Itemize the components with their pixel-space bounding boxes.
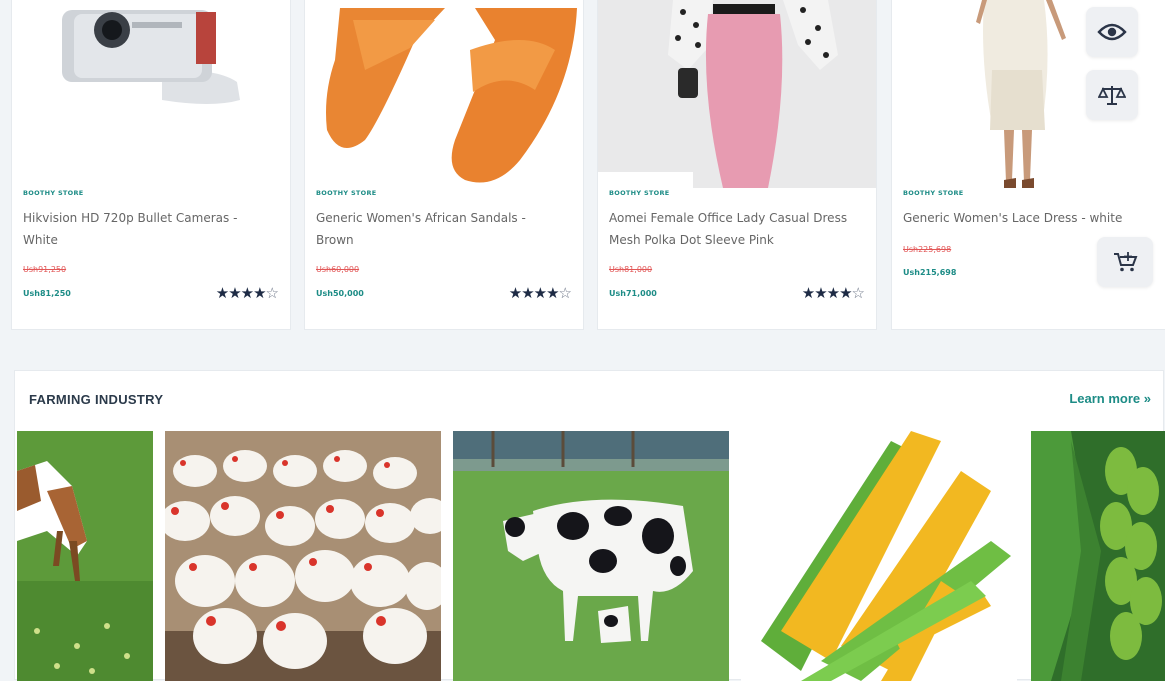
learn-more-link[interactable]: Learn more »: [1069, 391, 1151, 406]
store-label[interactable]: BOOTHY STORE: [609, 189, 670, 197]
old-price: Ush81,000: [609, 265, 653, 274]
dress-image: [598, 0, 876, 188]
eye-icon: [1097, 23, 1127, 41]
star-filled-icons: ★★★★: [801, 284, 853, 302]
star-empty-icon: ☆: [851, 284, 865, 302]
add-to-cart-button[interactable]: [1097, 237, 1153, 287]
product-card[interactable]: BOOTHY STORE Generic Women's Lace Dress …: [891, 0, 1165, 330]
product-card[interactable]: BOOTHY STORE Hikvision HD 720p Bullet Ca…: [11, 0, 291, 330]
farming-industry-section: FARMING INDUSTRY Learn more »: [14, 370, 1165, 681]
star-empty-icon: ☆: [558, 284, 572, 302]
price: Ush81,250: [23, 289, 71, 298]
price: Ush215,698: [903, 268, 957, 277]
star-filled-icons: ★★★★: [215, 284, 267, 302]
rating-stars: ★★★★☆: [801, 284, 865, 302]
cow-image[interactable]: [453, 431, 729, 681]
price: Ush50,000: [316, 289, 364, 298]
old-price: Ush91,250: [23, 265, 67, 274]
old-price: Ush225,698: [903, 245, 952, 254]
chickens-image[interactable]: [165, 431, 441, 681]
product-image[interactable]: [12, 0, 290, 188]
corn-image[interactable]: [741, 431, 1017, 681]
rating-stars: ★★★★☆: [215, 284, 279, 302]
product-name[interactable]: Hikvision HD 720p Bullet Cameras - White: [23, 207, 273, 251]
bananas-image[interactable]: [1031, 431, 1165, 681]
old-price: Ush60,000: [316, 265, 360, 274]
product-card[interactable]: BOOTHY STORE Aomei Female Office Lady Ca…: [597, 0, 877, 330]
rating-stars: ★★★★☆: [508, 284, 572, 302]
product-name[interactable]: Aomei Female Office Lady Casual Dress Me…: [609, 207, 859, 251]
sandals-image: [326, 8, 577, 183]
store-label[interactable]: BOOTHY STORE: [23, 189, 84, 197]
scale-icon: [1098, 86, 1126, 105]
product-name[interactable]: Generic Women's Lace Dress - white: [903, 207, 1153, 229]
compare-button[interactable]: [1086, 70, 1138, 120]
product-image[interactable]: [598, 0, 876, 188]
goat-image[interactable]: [17, 431, 153, 681]
product-image[interactable]: [305, 0, 583, 188]
cart-icon: [1114, 252, 1138, 272]
store-label[interactable]: BOOTHY STORE: [903, 189, 964, 197]
product-name[interactable]: Generic Women's African Sandals - Brown: [316, 207, 566, 251]
section-title: FARMING INDUSTRY: [29, 392, 164, 407]
camera-image: [62, 10, 240, 104]
store-label[interactable]: BOOTHY STORE: [316, 189, 377, 197]
price: Ush71,000: [609, 289, 657, 298]
product-card[interactable]: BOOTHY STORE Generic Women's African San…: [304, 0, 584, 330]
star-empty-icon: ☆: [265, 284, 279, 302]
quick-view-button[interactable]: [1086, 7, 1138, 57]
star-filled-icons: ★★★★: [508, 284, 560, 302]
